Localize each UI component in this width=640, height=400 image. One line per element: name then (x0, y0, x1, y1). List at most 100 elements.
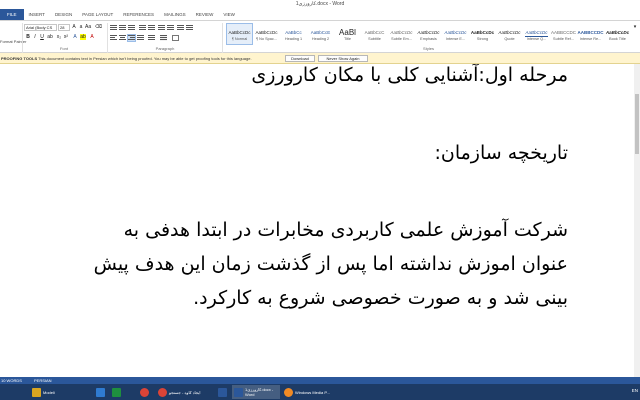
taskbar-item-chrome[interactable] (138, 385, 152, 399)
style-subtle-reference[interactable]: AABBCCDC Subtle Ref... (550, 23, 577, 45)
document-heading-1: مرحله اول:آشنایی کلی با مکان کارورزی (251, 64, 568, 86)
tab-view[interactable]: VIEW (218, 9, 240, 20)
status-bar: 10 WORDS PERSIAN (0, 377, 640, 384)
taskbar: Modeli ایجاد کاوه - جستجو کارورزی1.docx … (0, 384, 640, 400)
app-icon (112, 387, 121, 397)
style-intense-reference[interactable]: AABBCCDC Intense Re... (577, 23, 604, 45)
font-name-combo[interactable]: Arial (Body CS (24, 24, 57, 31)
style-title[interactable]: AaBl Title (334, 23, 361, 45)
word-count[interactable]: 10 WORDS (1, 377, 22, 384)
change-case-icon[interactable]: Aa (85, 24, 91, 30)
style-heading-2[interactable]: AaBbCcE Heading 2 (307, 23, 334, 45)
taskbar-item-modeli[interactable]: Modeli (30, 385, 92, 399)
text-effects-icon[interactable]: A (72, 34, 78, 40)
style-subtle-emphasis[interactable]: AaBbCcDc Subtle Em... (388, 23, 415, 45)
ribbon-divider (22, 23, 23, 53)
taskbar-item-media-player[interactable]: Windows Media P... (282, 385, 344, 399)
media-player-icon (284, 387, 293, 397)
shading-icon[interactable] (160, 35, 167, 41)
align-right-icon[interactable] (127, 34, 136, 42)
tab-review[interactable]: REVIEW (191, 9, 219, 20)
info-bar-title: PROOFING TOOLS (1, 56, 38, 61)
style-strong[interactable]: AaBbCcDc Strong (469, 23, 496, 45)
style-normal[interactable]: AaBbCcDc ¶ Normal (226, 23, 253, 45)
style-subtitle[interactable]: AaBbCcC Subtitle (361, 23, 388, 45)
bold-icon[interactable]: B (25, 34, 31, 40)
tab-insert[interactable]: INSERT (24, 9, 50, 20)
document-page[interactable]: مرحله اول:آشنایی کلی با مکان کارورزی تار… (0, 64, 634, 377)
taskbar-item-word[interactable] (216, 385, 230, 399)
info-bar-message: This document contains text in Persian w… (38, 56, 252, 61)
justify-icon[interactable] (137, 35, 144, 41)
font-group-label: Font (59, 46, 68, 51)
style-emphasis[interactable]: AaBbCcDc Emphasis (415, 23, 442, 45)
italic-icon[interactable]: I (32, 34, 38, 40)
tab-references[interactable]: REFERENCES (118, 9, 159, 20)
align-left-icon[interactable] (110, 35, 117, 41)
decrease-indent-icon[interactable] (139, 25, 146, 31)
line-spacing-icon[interactable] (148, 35, 155, 41)
paragraph-group-label: Paragraph (155, 46, 175, 51)
style-quote[interactable]: AaBbCcDc Quote (496, 23, 523, 45)
title-bar: کارورزی1.docx - Word (0, 0, 640, 9)
underline-icon[interactable]: U (39, 34, 45, 40)
ribbon-divider (107, 23, 108, 53)
increase-indent-icon[interactable] (148, 25, 155, 31)
chrome-icon (140, 387, 149, 397)
styles-group-label: Styles (423, 46, 434, 51)
ribbon: Format Painter Arial (Body CS 28 A a Aa … (0, 20, 640, 53)
vertical-scrollbar[interactable] (634, 64, 640, 377)
tab-page-layout[interactable]: PAGE LAYOUT (77, 9, 118, 20)
folder-icon (32, 387, 41, 397)
clear-format-icon[interactable]: ⌫ (95, 24, 102, 30)
styles-gallery: AaBbCcDc ¶ Normal AaBbCcDc ¶ No Spac... Aa… (226, 23, 631, 45)
show-marks-icon[interactable] (186, 25, 193, 31)
rtl-direction-icon[interactable] (167, 25, 174, 31)
font-size-combo[interactable]: 28 (58, 24, 70, 31)
ribbon-tab-bar: FILE INSERT DESIGN PAGE LAYOUT REFERENCE… (0, 9, 640, 20)
body-line: عنوان اموزش نداشته اما پس از گذشت زمان ا… (93, 253, 568, 275)
chrome-icon (158, 387, 167, 397)
body-line: شرکت آموزش علمی کاربردی مخابرات در ابتدا… (123, 219, 568, 241)
superscript-icon[interactable]: x² (63, 34, 69, 40)
explorer-icon (96, 387, 105, 397)
scrollbar-thumb[interactable] (635, 94, 639, 154)
taskbar-item-search-window[interactable]: ایجاد کاوه - جستجو (156, 385, 206, 399)
taskbar-item-word-document[interactable]: کارورزی1.docx - Word (232, 385, 280, 399)
multilevel-list-icon[interactable] (128, 25, 135, 31)
strikethrough-icon[interactable]: ab (47, 34, 53, 40)
style-intense-emphasis[interactable]: AaBbCcDc Intense E... (442, 23, 469, 45)
download-button[interactable]: Download (285, 55, 315, 62)
ribbon-divider (222, 23, 223, 53)
word-icon (218, 387, 227, 397)
style-intense-quote[interactable]: AaBbCcDc Intense Q... (523, 23, 550, 45)
style-book-title[interactable]: AaBbCcDc Book Title (604, 23, 631, 45)
style-heading-1[interactable]: AaBbCc Heading 1 (280, 23, 307, 45)
never-show-again-button[interactable]: Never Show Again (318, 55, 368, 62)
word-icon (234, 387, 243, 397)
font-color-icon[interactable]: A (89, 34, 95, 40)
ltr-direction-icon[interactable] (158, 25, 165, 31)
tab-design[interactable]: DESIGN (50, 9, 77, 20)
window-title: کارورزی1.docx - Word (295, 1, 345, 7)
style-no-spacing[interactable]: AaBbCcDc ¶ No Spac... (253, 23, 280, 45)
borders-icon[interactable] (172, 35, 179, 41)
shrink-font-icon[interactable]: a (78, 24, 84, 30)
numbering-icon[interactable] (119, 25, 126, 31)
bullets-icon[interactable] (110, 25, 117, 31)
highlight-icon[interactable]: ab (80, 34, 86, 40)
taskbar-item-explorer[interactable] (94, 385, 108, 399)
tab-mailings[interactable]: MAILINGS (159, 9, 191, 20)
document-heading-2: تاریخچه سازمان: (434, 142, 568, 164)
tab-file[interactable]: FILE (0, 9, 24, 20)
styles-scroll-icon[interactable]: ▾ (631, 24, 639, 30)
tray-language[interactable]: EN (632, 388, 638, 393)
language-indicator[interactable]: PERSIAN (34, 377, 52, 384)
grow-font-icon[interactable]: A (71, 24, 77, 30)
align-center-icon[interactable] (119, 35, 126, 41)
taskbar-item-app[interactable] (110, 385, 124, 399)
body-line: بینی شد و به صورت خصوصی شروع به کارکرد. (193, 287, 568, 309)
subscript-icon[interactable]: x₂ (56, 34, 62, 40)
sort-icon[interactable] (177, 25, 184, 31)
proofing-info-bar: PROOFING TOOLS This document contains te… (0, 53, 640, 64)
